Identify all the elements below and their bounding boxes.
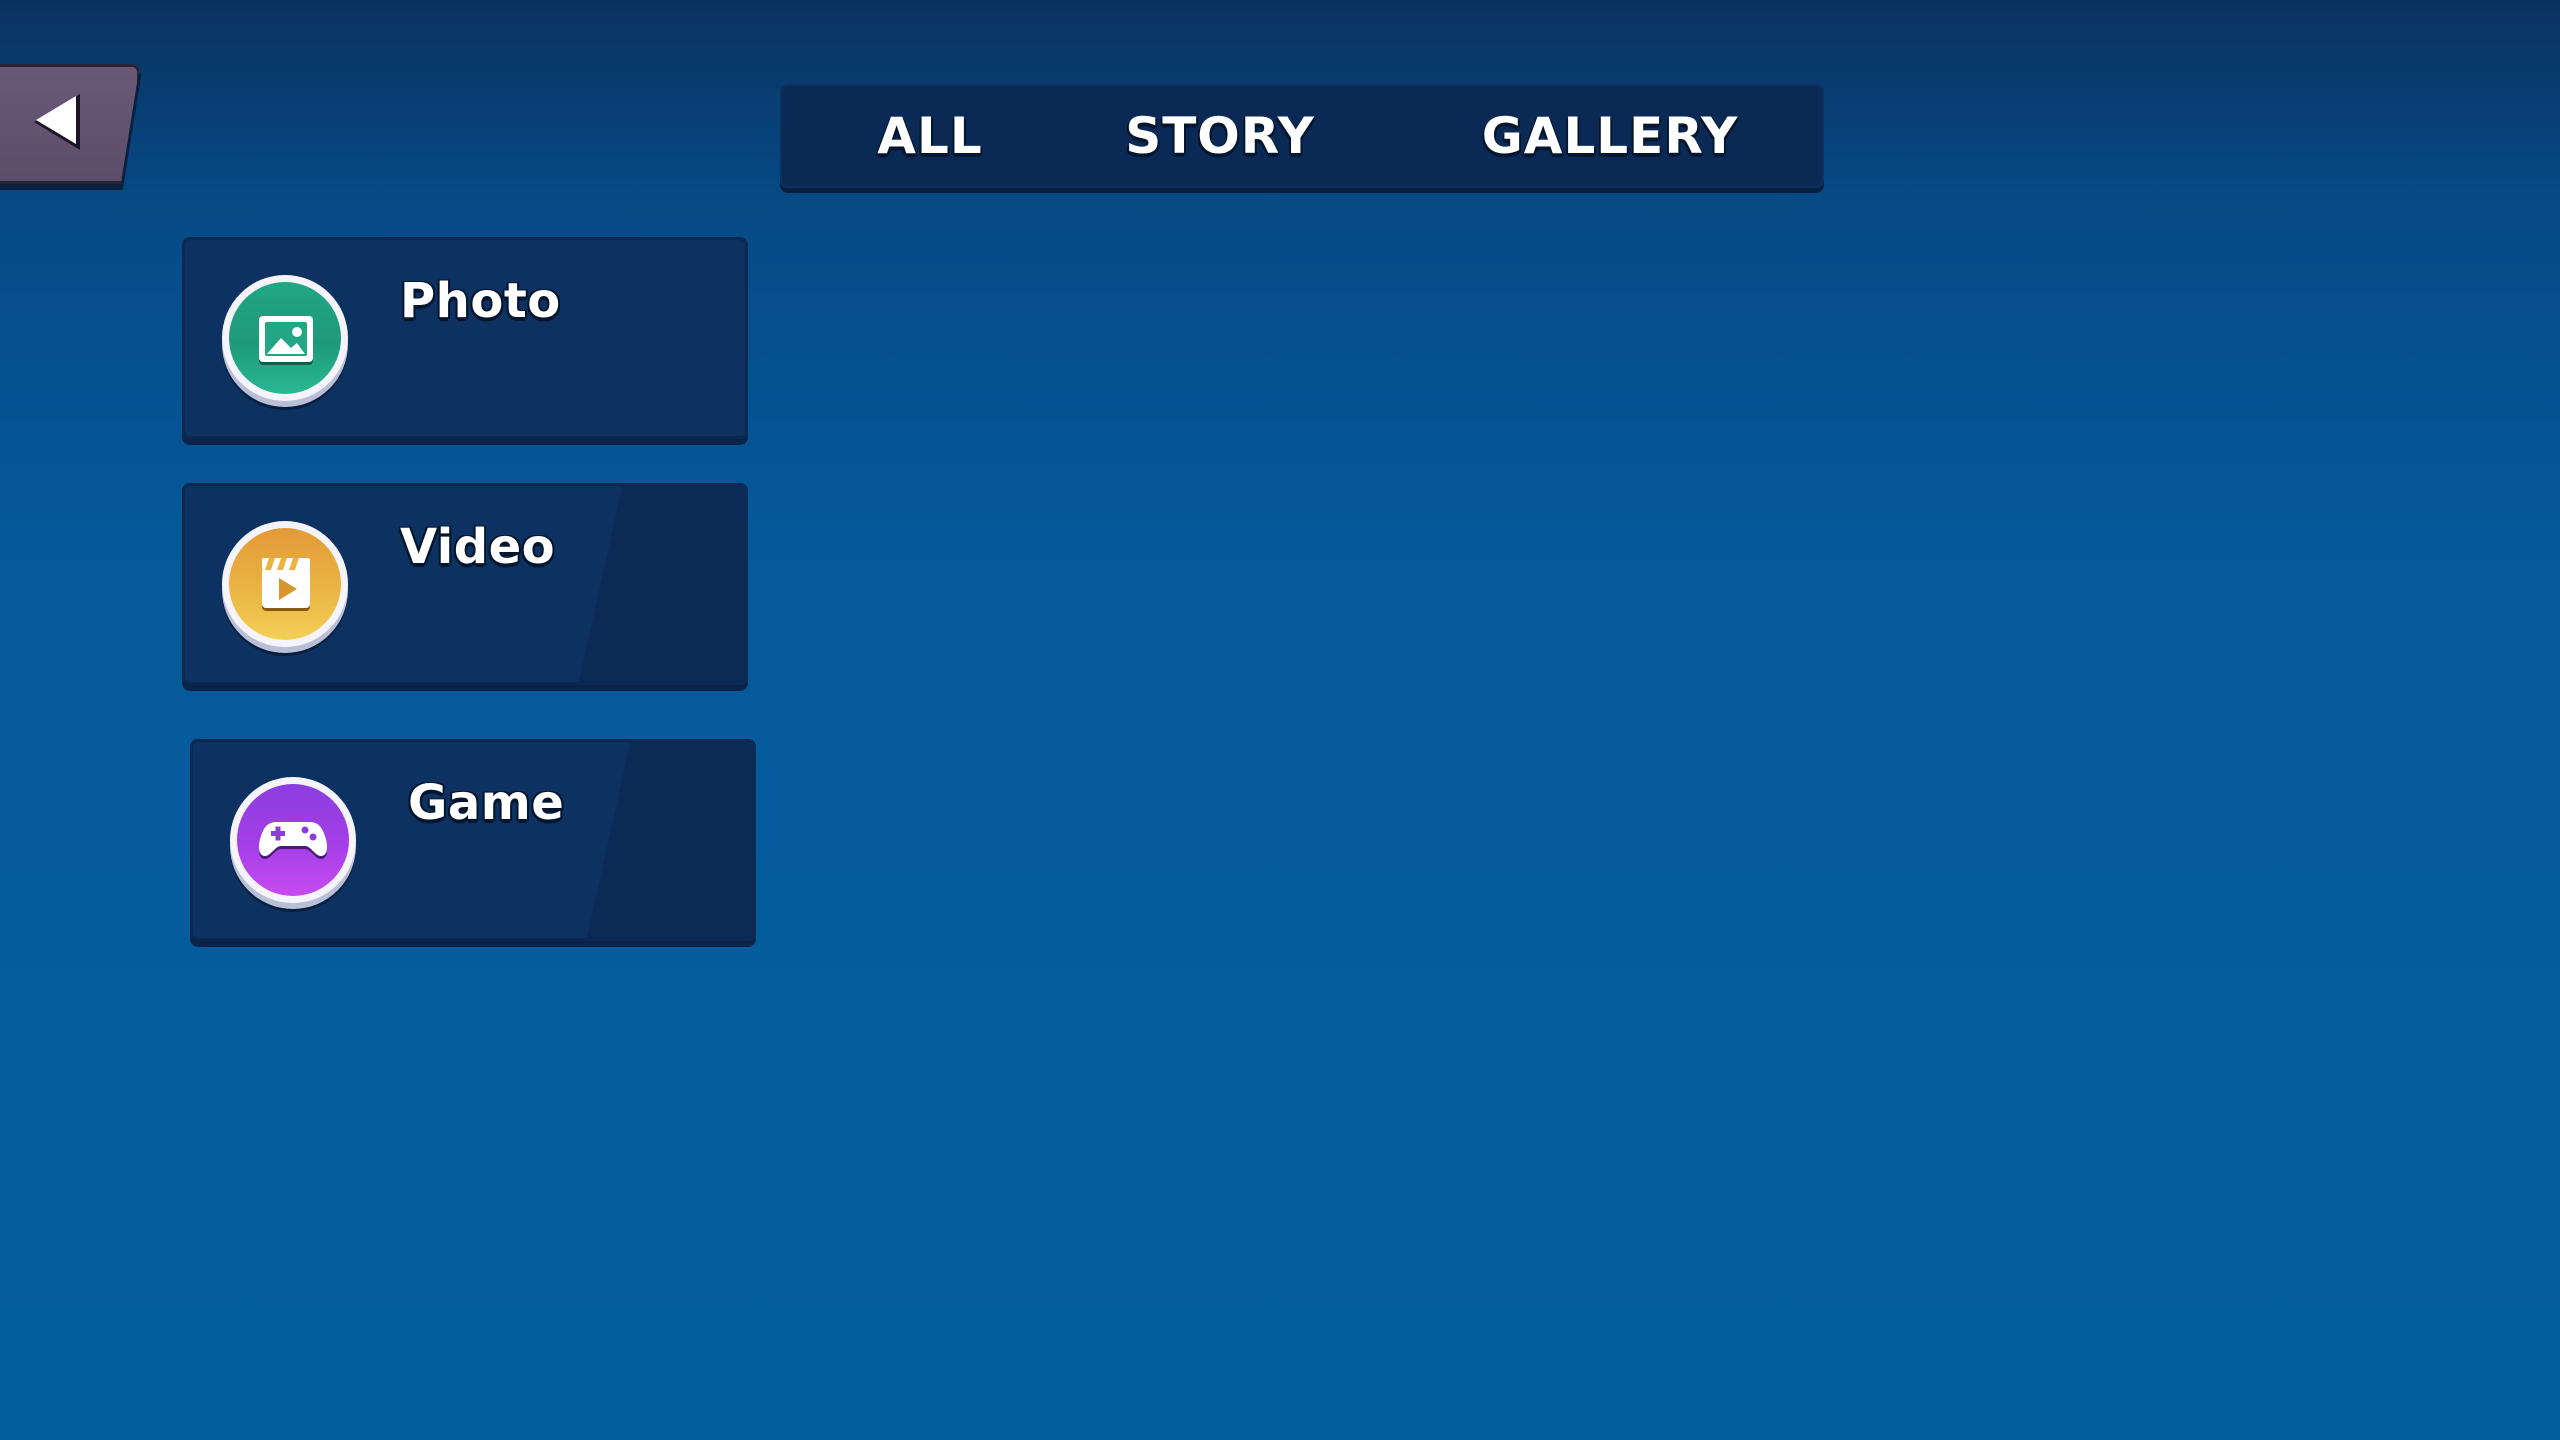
photo-card[interactable]: Photo bbox=[182, 237, 748, 439]
tab-gallery[interactable]: GALLERY bbox=[1480, 84, 1740, 188]
video-card[interactable]: Video bbox=[182, 483, 748, 685]
game-label: Game bbox=[408, 775, 565, 831]
photo-badge bbox=[222, 275, 348, 401]
photo-icon bbox=[259, 316, 313, 365]
gamepad-icon bbox=[258, 822, 328, 859]
clapperboard-icon bbox=[262, 558, 310, 611]
game-card[interactable]: Game bbox=[190, 739, 756, 941]
video-badge bbox=[222, 521, 348, 647]
tab-all[interactable]: ALL bbox=[850, 84, 1010, 188]
game-badge bbox=[230, 777, 356, 903]
card-stripe bbox=[578, 483, 748, 685]
video-label: Video bbox=[400, 519, 556, 575]
category-tab-bar: ALL STORY GALLERY bbox=[780, 84, 1824, 188]
card-stripe bbox=[586, 739, 756, 941]
photo-label: Photo bbox=[400, 273, 561, 329]
back-button[interactable] bbox=[0, 64, 142, 190]
tab-story[interactable]: STORY bbox=[1120, 84, 1320, 188]
back-arrow-icon bbox=[34, 94, 80, 150]
